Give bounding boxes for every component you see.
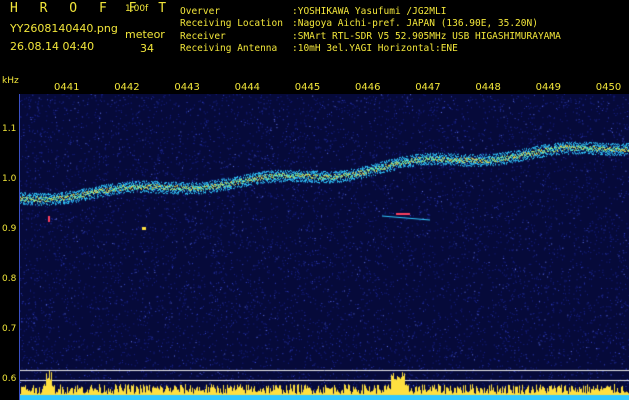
app-brand: H R O F F T: [10, 1, 174, 16]
meta-value: :10mH 3el.YAGI Horizontal:ENE: [292, 43, 458, 55]
station-metadata: Overver :YOSHIKAWA Yasufumi /JG2MLI Rece…: [180, 6, 561, 56]
frequency-unit-label: kHz: [2, 76, 19, 86]
x-tick-label: 0449: [535, 82, 562, 93]
meta-key: Receiver: [180, 30, 226, 42]
y-tick-label: 0.7: [2, 324, 17, 334]
meta-key: Overver: [180, 6, 221, 17]
meta-value: :YOSHIKAWA Yasufumi /JG2MLI: [292, 6, 447, 17]
meta-key: Receiving Location: [180, 18, 283, 30]
x-tick-label: 0445: [294, 82, 321, 93]
x-tick-label: 0442: [114, 82, 140, 93]
meteor-count: 34: [140, 42, 154, 55]
spectrogram-canvas: [20, 94, 629, 400]
x-tick-label: 0450: [595, 82, 622, 93]
y-tick-label: 0.8: [2, 274, 17, 284]
x-tick-label: 0446: [355, 82, 381, 93]
meta-key: Receiving Antenna: [180, 43, 278, 55]
y-tick-label: 1.1: [2, 124, 17, 134]
hroft-screen: H R O F F T 1.00f YY2608140440.png 26.08…: [0, 0, 629, 400]
y-tick-label: 0.9: [2, 224, 17, 234]
capture-datetime: 26.08.14 04:40: [10, 40, 95, 53]
x-tick-label: 0443: [174, 82, 200, 93]
x-tick-label: 0441: [54, 82, 80, 93]
meta-row-observer: Overver :YOSHIKAWA Yasufumi /JG2MLI: [180, 6, 561, 18]
meteor-label: meteor: [125, 28, 165, 41]
app-version: 1.00f: [125, 4, 149, 14]
file-name: YY2608140440.png: [10, 22, 118, 35]
x-tick-label: 0444: [234, 82, 261, 93]
meta-value: :SMArt RTL-SDR V5 52.905MHz USB HIGASHIM…: [292, 30, 561, 42]
x-tick-label: 0448: [475, 82, 501, 93]
meta-value: :Nagoya Aichi-pref. JAPAN (136.90E, 35.2…: [292, 18, 538, 30]
meta-row-antenna: Receiving Antenna :10mH 3el.YAGI Horizon…: [180, 43, 561, 55]
meta-row-location: Receiving Location :Nagoya Aichi-pref. J…: [180, 18, 561, 30]
x-tick-label: 0447: [415, 82, 441, 93]
y-tick-label: 1.0: [2, 174, 17, 184]
meta-row-receiver: Receiver :SMArt RTL-SDR V5 52.905MHz USB…: [180, 31, 561, 43]
spectrogram-panel: [20, 94, 629, 400]
y-tick-label: 0.6: [2, 374, 17, 384]
